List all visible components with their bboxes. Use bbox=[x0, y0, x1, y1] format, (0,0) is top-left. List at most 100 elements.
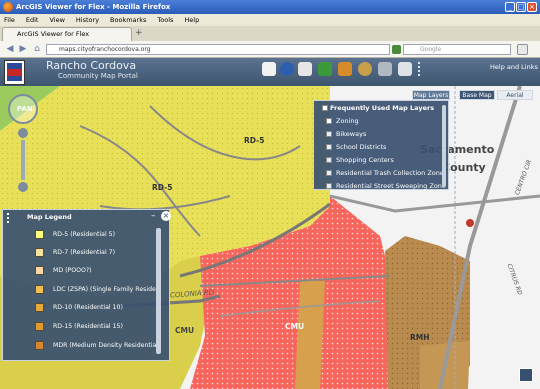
legend-label: RD-7 (Residential 7) bbox=[53, 249, 116, 256]
forward-button[interactable]: ▶ bbox=[17, 44, 29, 55]
checked-box-icon[interactable] bbox=[326, 118, 332, 124]
layer-item-trash-collection[interactable]: Residential Trash Collection Zone bbox=[326, 169, 444, 177]
legend-item: RD-7 (Residential 7) bbox=[35, 248, 116, 257]
legend-swatch bbox=[35, 322, 44, 331]
zoom-in-button[interactable] bbox=[18, 128, 28, 138]
help-link[interactable]: Help and Links bbox=[490, 63, 538, 71]
overview-toggle-icon[interactable] bbox=[519, 368, 533, 382]
aerial-tab[interactable]: Aerial bbox=[497, 90, 533, 100]
layer-item-school-districts[interactable]: School Districts bbox=[326, 143, 387, 151]
back-button[interactable]: ◀ bbox=[4, 44, 16, 55]
url-bar[interactable]: maps.cityofranchocordova.org bbox=[46, 44, 390, 55]
zoom-slider[interactable] bbox=[21, 140, 25, 180]
zone-label-rd5: RD-5 bbox=[152, 183, 173, 192]
layer-label: Shopping Centers bbox=[336, 156, 394, 164]
bookmark-icon[interactable] bbox=[398, 62, 412, 76]
layer-item-shopping-centers[interactable]: Shopping Centers bbox=[326, 156, 394, 164]
layer-item-zoning[interactable]: Zoning bbox=[326, 117, 359, 125]
layer-item-street-sweeping[interactable]: Residential Street Sweeping Zone bbox=[326, 182, 446, 190]
layer-label: Residential Street Sweeping Zone bbox=[336, 182, 446, 190]
checkbox-icon[interactable] bbox=[326, 183, 332, 189]
menu-bookmarks[interactable]: Bookmarks bbox=[110, 14, 146, 26]
legend-swatch bbox=[35, 248, 44, 257]
zoom-out-button[interactable] bbox=[18, 182, 28, 192]
checkbox-icon[interactable] bbox=[322, 105, 328, 111]
measure-icon[interactable] bbox=[298, 62, 312, 76]
legend-item: MDR (Medium Density Residential bbox=[35, 341, 159, 350]
checkbox-icon[interactable] bbox=[326, 131, 332, 137]
menu-file[interactable]: File bbox=[4, 14, 15, 26]
map-layers-panel: Frequently Used Map Layers Zoning Bikewa… bbox=[313, 100, 449, 190]
menu-view[interactable]: View bbox=[49, 14, 64, 26]
legend-label: MDR (Medium Density Residential bbox=[53, 342, 159, 349]
map-layers-header-label: Frequently Used Map Layers bbox=[330, 104, 435, 112]
map-layers-header: Frequently Used Map Layers bbox=[322, 104, 435, 112]
window-title-bar: ArcGIS Viewer for Flex - Mozilla Firefox bbox=[0, 0, 540, 14]
legend-swatch bbox=[35, 230, 44, 239]
search-input[interactable]: Google bbox=[403, 44, 511, 55]
minimize-legend-button[interactable]: – bbox=[151, 211, 156, 221]
checkbox-icon[interactable] bbox=[326, 170, 332, 176]
info-icon[interactable] bbox=[280, 62, 294, 76]
checkbox-icon[interactable] bbox=[326, 144, 332, 150]
map-marker-icon[interactable] bbox=[466, 219, 474, 227]
search-placeholder: Google bbox=[420, 46, 442, 53]
legend-swatch bbox=[35, 285, 44, 294]
minimize-button[interactable]: _ bbox=[505, 2, 515, 12]
close-icon[interactable]: × bbox=[161, 211, 171, 221]
new-tab-button[interactable]: + bbox=[135, 29, 145, 39]
browser-tab[interactable]: ArcGIS Viewer for Flex bbox=[2, 27, 132, 41]
legend-label: RD-5 (Residential 5) bbox=[53, 231, 116, 238]
legend-item: LDC (ZSPA) (Single Family Reside bbox=[35, 285, 156, 294]
legend-label: RD-10 (Residential 10) bbox=[53, 304, 123, 311]
zone-label-cmu: CMU bbox=[175, 326, 195, 335]
legend-scrollbar[interactable] bbox=[156, 228, 161, 354]
map-legend-panel: Map Legend – × RD-5 (Residential 5) RD-7… bbox=[2, 209, 171, 361]
menu-edit[interactable]: Edit bbox=[26, 14, 39, 26]
layer-label: School Districts bbox=[336, 143, 387, 151]
house-icon[interactable] bbox=[338, 62, 352, 76]
zone-label-rmh: RMH bbox=[410, 333, 430, 342]
base-map-tab[interactable]: Base Map bbox=[459, 90, 495, 100]
page-icon bbox=[392, 45, 401, 54]
legend-label: MD (POOO?) bbox=[53, 267, 92, 274]
home-tool-icon[interactable] bbox=[262, 62, 276, 76]
maximize-button[interactable]: □ bbox=[516, 2, 526, 12]
legend-title: Map Legend bbox=[27, 213, 72, 221]
app-title: Rancho Cordova bbox=[46, 59, 137, 72]
tools-icon[interactable] bbox=[378, 62, 392, 76]
map-layers-tab[interactable]: Map Layers bbox=[412, 90, 450, 100]
menu-bar: File Edit View History Bookmarks Tools H… bbox=[0, 14, 540, 26]
legend-item: RD-10 (Residential 10) bbox=[35, 303, 123, 312]
legend-label: RD-15 (Residential 15) bbox=[53, 323, 123, 330]
legend-item: RD-5 (Residential 5) bbox=[35, 230, 116, 239]
pan-control[interactable]: PAN bbox=[8, 94, 38, 124]
globe-icon[interactable] bbox=[358, 62, 372, 76]
pan-label: PAN bbox=[17, 105, 33, 113]
legend-label: LDC (ZSPA) (Single Family Reside bbox=[53, 286, 156, 293]
menu-help[interactable]: Help bbox=[184, 14, 199, 26]
legend-swatch bbox=[35, 303, 44, 312]
drag-handle-icon[interactable] bbox=[7, 213, 13, 223]
legend-swatch bbox=[35, 266, 44, 275]
print-icon[interactable] bbox=[318, 62, 332, 76]
menu-tools[interactable]: Tools bbox=[157, 14, 173, 26]
window-title: ArcGIS Viewer for Flex - Mozilla Firefox bbox=[16, 3, 171, 11]
magnifier-icon[interactable] bbox=[517, 44, 528, 55]
layer-label: Residential Trash Collection Zone bbox=[336, 169, 444, 177]
checkbox-icon[interactable] bbox=[326, 157, 332, 163]
app-subtitle: Community Map Portal bbox=[58, 72, 138, 80]
layer-label: Bikeways bbox=[336, 130, 367, 138]
home-button[interactable]: ⌂ bbox=[31, 44, 43, 55]
layers-scrollbar[interactable] bbox=[442, 105, 446, 187]
close-window-button[interactable]: × bbox=[527, 2, 537, 12]
drag-handle-icon[interactable] bbox=[418, 62, 427, 76]
legend-item: MD (POOO?) bbox=[35, 266, 92, 275]
zone-label-rd5: RD-5 bbox=[244, 136, 265, 145]
layer-label: Zoning bbox=[336, 117, 359, 125]
legend-swatch bbox=[35, 341, 44, 350]
menu-history[interactable]: History bbox=[76, 14, 99, 26]
firefox-icon bbox=[3, 2, 13, 12]
layer-item-bikeways[interactable]: Bikeways bbox=[326, 130, 367, 138]
url-text: maps.cityofranchocordova.org bbox=[59, 46, 151, 53]
